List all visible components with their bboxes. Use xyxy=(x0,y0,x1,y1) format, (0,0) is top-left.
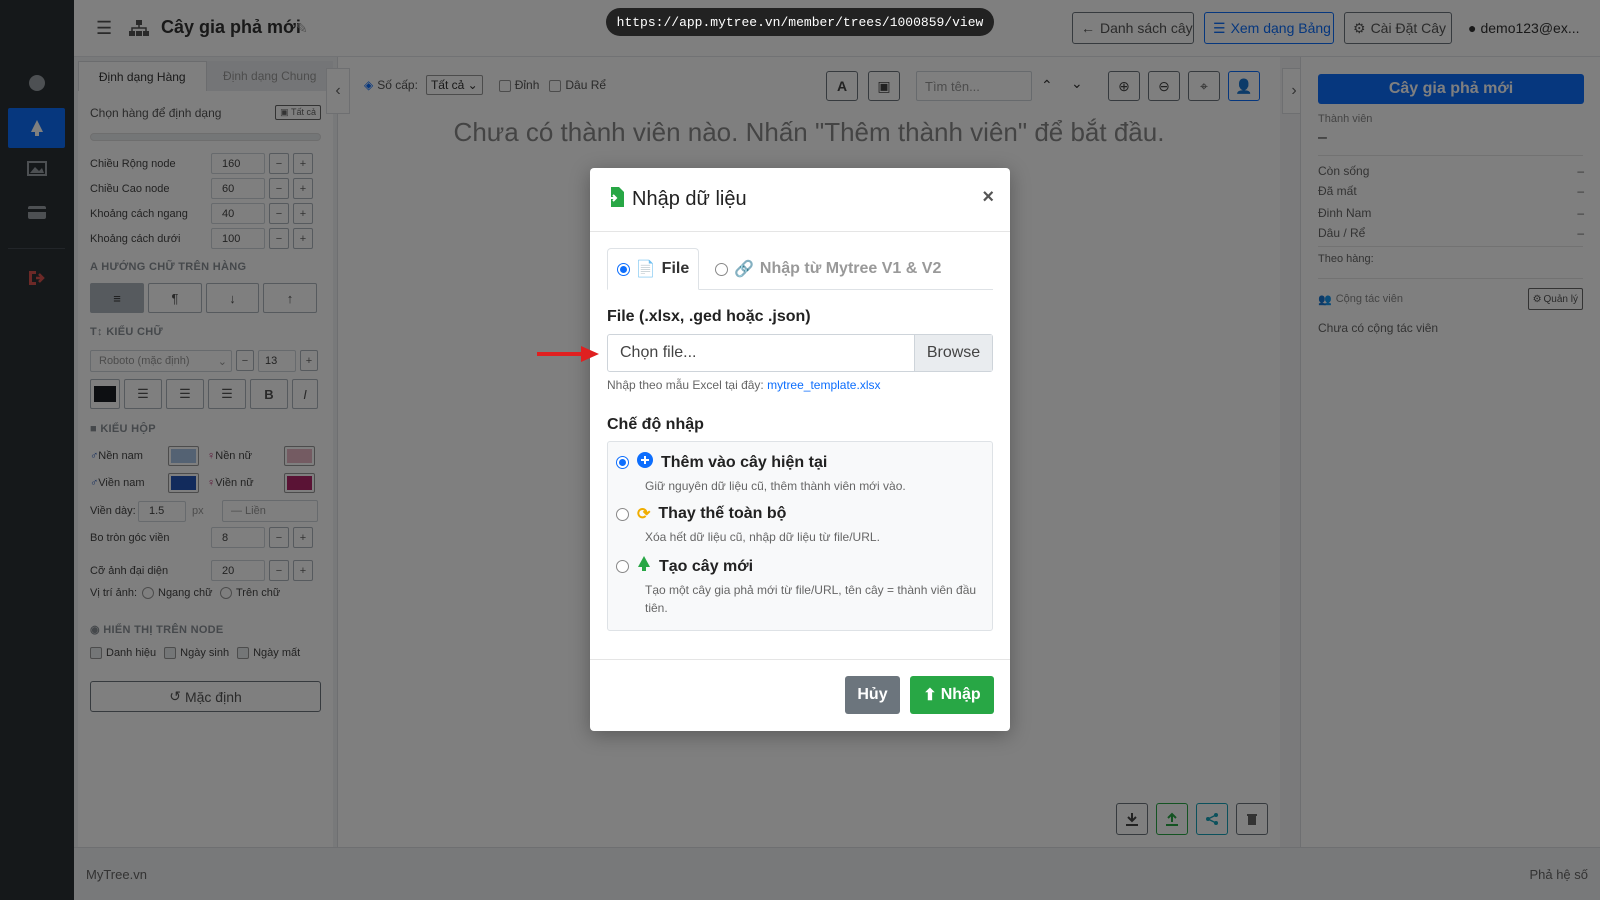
file-input[interactable]: Chọn file... Browse xyxy=(607,334,993,372)
template-hint: Nhập theo mẫu Excel tại đây: mytree_temp… xyxy=(607,378,880,392)
mode-title: Thay thế toàn bộ xyxy=(658,505,787,522)
mode-desc: Xóa hết dữ liệu cũ, nhập dữ liệu từ file… xyxy=(645,530,880,544)
modal-footer: Hủy ⬆ Nhập xyxy=(590,659,1010,731)
tree-icon xyxy=(637,556,651,577)
tab-import-label: Nhập từ Mytree V1 & V2 xyxy=(759,260,942,277)
pointer-arrow-icon xyxy=(537,346,599,362)
mode-desc: Tạo một cây gia phả mới từ file/URL, tên… xyxy=(645,583,977,615)
mode-option-append[interactable]: Thêm vào cây hiện tại Giữ nguyên dữ liệu… xyxy=(616,452,984,495)
modal-title: Nhập dữ liệu xyxy=(632,188,747,210)
radio-icon xyxy=(616,507,629,521)
import-tabs: 📄 File 🔗 Nhập từ Mytree V1 & V2 xyxy=(607,248,993,290)
mode-option-replace[interactable]: ⟳ Thay thế toàn bộ Xóa hết dữ liệu cũ, nh… xyxy=(616,504,984,546)
browse-button[interactable]: Browse xyxy=(914,335,992,371)
mode-label: Chế độ nhập xyxy=(607,416,704,433)
tab-file-label: File xyxy=(661,260,690,277)
link-icon: 🔗 xyxy=(734,261,754,278)
file-icon: 📄 xyxy=(635,261,656,278)
mode-title: Thêm vào cây hiện tại xyxy=(661,453,828,471)
upload-icon: ⬆ xyxy=(923,687,937,704)
mode-desc: Giữ nguyên dữ liệu cũ, thêm thành viên m… xyxy=(645,479,906,493)
radio-icon xyxy=(616,560,629,573)
tab-file[interactable]: 📄 File xyxy=(607,248,699,290)
radio-icon xyxy=(715,262,728,276)
file-placeholder: Chọn file... xyxy=(620,344,697,361)
file-label: File (.xlsx, .ged hoặc .json) xyxy=(607,308,811,325)
mode-option-new-tree[interactable]: Tạo cây mới Tạo một cây gia phả mới từ f… xyxy=(616,556,984,617)
cancel-button[interactable]: Hủy xyxy=(845,676,900,714)
template-link[interactable]: mytree_template.xlsx xyxy=(767,378,880,392)
import-mode-options: Thêm vào cây hiện tại Giữ nguyên dữ liệu… xyxy=(607,441,993,631)
file-import-icon xyxy=(606,186,626,214)
radio-icon xyxy=(616,456,629,469)
modal-header: Nhập dữ liệu xyxy=(590,168,1010,232)
hint-text: Nhập theo mẫu Excel tại đây: xyxy=(607,378,764,392)
sync-icon: ⟳ xyxy=(637,506,651,523)
mode-title: Tạo cây mới xyxy=(659,557,754,575)
url-bar: https://app.mytree.vn/member/trees/10008… xyxy=(606,8,994,36)
plus-circle-icon xyxy=(637,452,653,473)
tab-import-mytree[interactable]: 🔗 Nhập từ Mytree V1 & V2 xyxy=(715,248,941,290)
import-label: Nhập xyxy=(940,686,981,703)
import-button[interactable]: ⬆ Nhập xyxy=(910,676,994,714)
close-icon[interactable]: × xyxy=(982,186,994,209)
radio-icon xyxy=(616,262,630,276)
import-modal: Nhập dữ liệu × 📄 File 🔗 Nhập từ Mytree V1 … xyxy=(590,168,1010,731)
